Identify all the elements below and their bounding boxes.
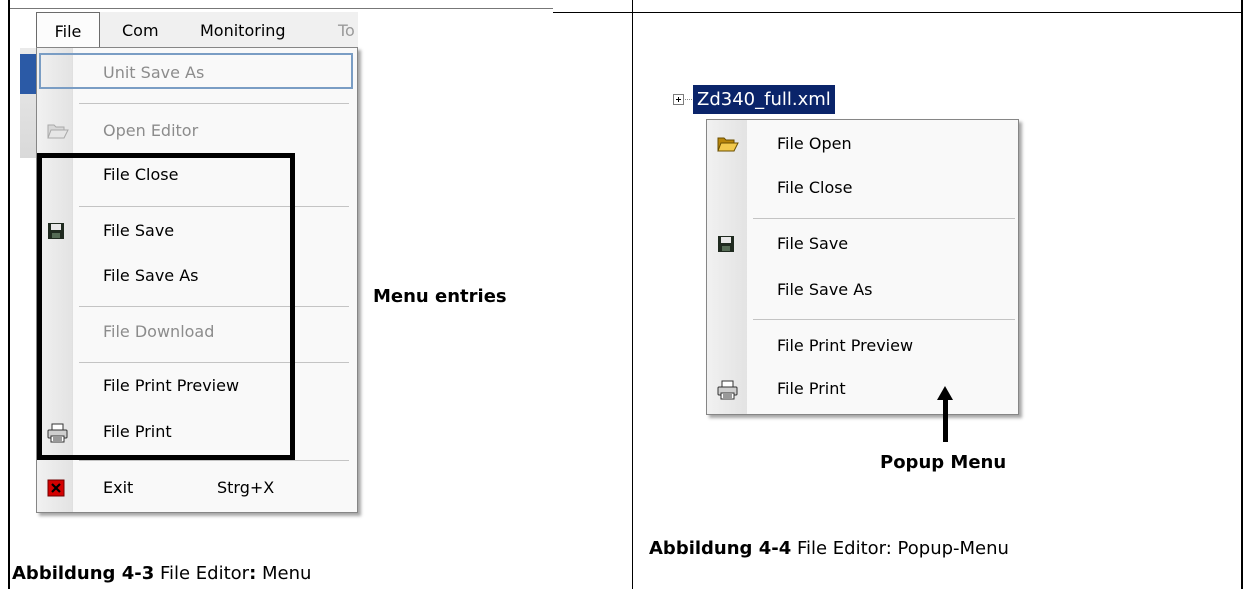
expand-plus-icon[interactable] bbox=[673, 94, 684, 105]
menu-item-label: File Print bbox=[777, 379, 846, 398]
menu-bar: File Com Monitoring To bbox=[36, 12, 358, 48]
menu-item-label: File Save bbox=[777, 234, 849, 253]
printer-icon bbox=[717, 380, 738, 400]
popup-item-file-print[interactable]: File Print bbox=[707, 371, 1018, 407]
popup-menu-callout: Popup Menu bbox=[880, 452, 1007, 473]
caption-text: File Editor: Popup-Menu bbox=[791, 538, 1009, 559]
menu-item-exit[interactable]: Exit Strg+X bbox=[37, 470, 357, 506]
table-top-border-right bbox=[553, 12, 1243, 13]
menu-separator bbox=[79, 460, 349, 461]
toolbar-strip bbox=[20, 48, 36, 158]
menu-tab-com[interactable]: Com bbox=[122, 12, 159, 48]
menu-item-shortcut: Strg+X bbox=[217, 478, 275, 497]
menu-item-label: File Save As bbox=[777, 280, 873, 299]
popup-item-file-save-as[interactable]: File Save As bbox=[707, 272, 1018, 308]
menu-tab-file[interactable]: File bbox=[36, 12, 100, 48]
tree-connector bbox=[685, 99, 692, 100]
popup-item-file-close[interactable]: File Close bbox=[707, 170, 1018, 206]
folder-open-icon bbox=[717, 135, 739, 153]
table-left-border bbox=[8, 0, 10, 589]
table-right-border bbox=[1241, 0, 1243, 589]
table-column-divider bbox=[632, 0, 633, 589]
menu-item-label: Exit bbox=[103, 478, 134, 497]
menu-item-open-editor[interactable]: Open Editor bbox=[37, 113, 357, 149]
popup-item-file-print-preview[interactable]: File Print Preview bbox=[707, 328, 1018, 364]
menu-item-label: File Open bbox=[777, 134, 852, 153]
caption-suffix: Menu bbox=[256, 563, 312, 584]
menu-item-label: Unit Save As bbox=[103, 63, 205, 82]
caption-number: Abbildung 4-3 bbox=[12, 563, 155, 584]
tree-node-selected[interactable]: Zd340_full.xml bbox=[693, 85, 835, 114]
menu-tab-monitoring[interactable]: Monitoring bbox=[200, 12, 286, 48]
title-bar-fragment bbox=[20, 54, 36, 94]
menu-item-label: Open Editor bbox=[103, 121, 199, 140]
menu-item-unit-save-as[interactable]: Unit Save As bbox=[39, 53, 353, 89]
figure-caption-4-3: Abbildung 4-3 File Editor: Menu bbox=[12, 563, 311, 584]
menu-icon-gutter bbox=[707, 120, 747, 414]
popup-item-file-open[interactable]: File Open bbox=[707, 126, 1018, 162]
menu-entries-callout: Menu entries bbox=[373, 286, 507, 307]
popup-menu: File Open File Close File Save File Save… bbox=[706, 119, 1019, 415]
menu-item-label: File Print Preview bbox=[777, 336, 914, 355]
popup-item-file-save[interactable]: File Save bbox=[707, 226, 1018, 262]
caption-number: Abbildung 4-4 bbox=[649, 538, 792, 559]
menu-tab-tools[interactable]: To bbox=[338, 12, 355, 48]
arrow-shaft bbox=[943, 398, 948, 442]
floppy-disk-icon bbox=[717, 235, 737, 253]
menu-separator bbox=[753, 319, 1015, 320]
menu-entries-highlight-box bbox=[37, 153, 295, 460]
menu-separator bbox=[753, 218, 1015, 219]
folder-open-icon bbox=[47, 122, 69, 140]
menu-separator bbox=[79, 103, 349, 104]
caption-text: File Editor bbox=[154, 563, 250, 584]
menu-item-label: File Close bbox=[777, 178, 853, 197]
table-top-border-left bbox=[10, 8, 553, 9]
close-icon bbox=[47, 479, 67, 497]
figure-caption-4-4: Abbildung 4-4 File Editor: Popup-Menu bbox=[649, 538, 1009, 559]
